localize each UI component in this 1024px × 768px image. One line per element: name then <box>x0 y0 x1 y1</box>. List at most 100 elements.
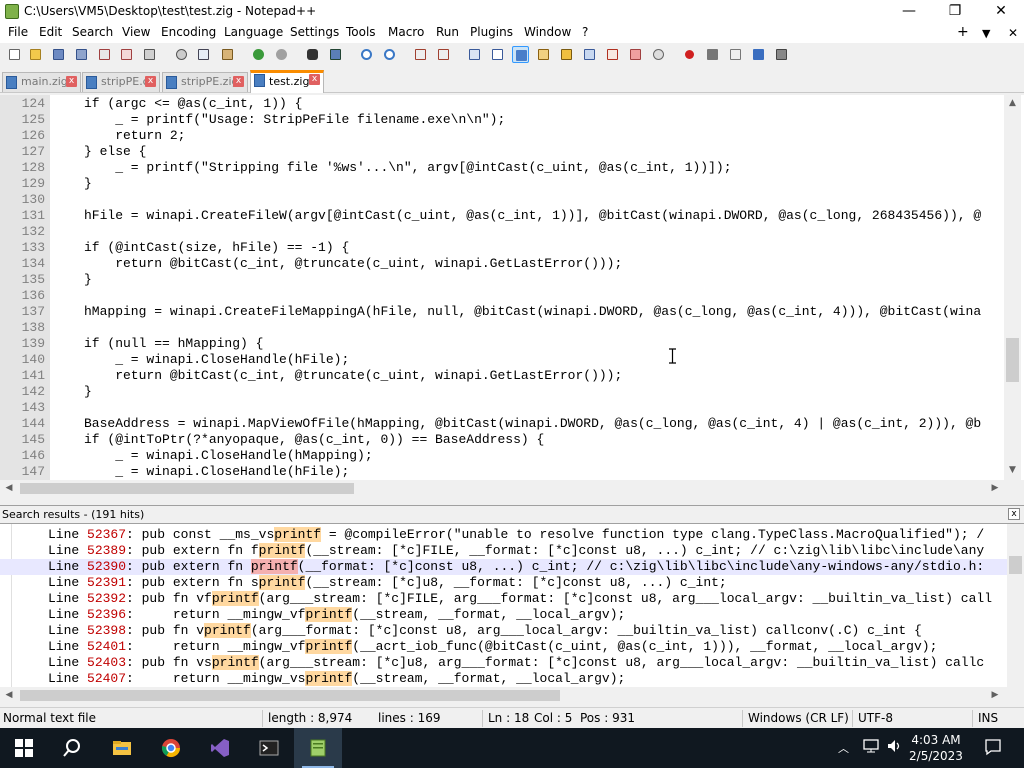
visual-studio-icon[interactable] <box>196 728 244 768</box>
code-text[interactable]: _ = printf("Stripping file '%ws'...\n", … <box>84 160 731 176</box>
code-line[interactable]: 146 _ = winapi.CloseHandle(hMapping); <box>0 448 1004 464</box>
code-text[interactable]: if (@intCast(size, hFile) == -1) { <box>84 240 349 256</box>
code-text[interactable]: _ = printf("Usage: StripPeFile filename.… <box>84 112 505 128</box>
volume-icon[interactable] <box>886 738 904 758</box>
scroll-up-icon[interactable]: ▲ <box>1004 98 1021 108</box>
playback-macro-icon[interactable] <box>727 46 744 63</box>
menu-search[interactable]: Search <box>72 25 113 39</box>
scroll-right-icon[interactable]: ▶ <box>990 483 1000 493</box>
user-defined-language-icon[interactable] <box>535 46 552 63</box>
maximize-button[interactable]: ❐ <box>932 0 978 23</box>
open-file-icon[interactable] <box>27 46 44 63</box>
code-line[interactable]: 145 if (@intToPtr(?*anyopaque, @as(c_int,… <box>0 432 1004 448</box>
code-line[interactable]: 133 if (@intCast(size, hFile) == -1) { <box>0 240 1004 256</box>
close-document-button[interactable]: ✕ <box>1008 26 1018 40</box>
code-line[interactable]: 136 <box>0 288 1004 304</box>
code-line[interactable]: 142} <box>0 384 1004 400</box>
code-text[interactable]: hFile = winapi.CreateFileW(argv[@intCast… <box>84 208 981 224</box>
code-line[interactable]: 140 _ = winapi.CloseHandle(hFile); <box>0 352 1004 368</box>
menu-file[interactable]: File <box>8 25 28 39</box>
chrome-icon[interactable] <box>147 728 195 768</box>
code-text[interactable]: } <box>84 384 92 400</box>
file-explorer-icon[interactable] <box>98 728 146 768</box>
search-results-panel[interactable]: Line 52367: pub const __ms_vsprintf = @c… <box>0 523 1024 703</box>
results-horizontal-scrollbar[interactable]: ◀ ▶ <box>0 687 1024 703</box>
search-icon[interactable] <box>48 728 96 768</box>
function-list-icon[interactable] <box>604 46 621 63</box>
notepadpp-icon[interactable] <box>294 728 342 768</box>
network-icon[interactable] <box>862 738 880 758</box>
code-text[interactable]: if (null == hMapping) { <box>84 336 263 352</box>
search-result-row[interactable]: Line 52396: return __mingw_vfprintf(__st… <box>0 607 1008 623</box>
new-tab-plus-button[interactable]: + <box>957 24 969 40</box>
code-line[interactable]: 129} <box>0 176 1004 192</box>
search-result-row[interactable]: Line 52389: pub extern fn fprintf(__stre… <box>0 543 1008 559</box>
code-line[interactable]: 135} <box>0 272 1004 288</box>
menu-window[interactable]: Window <box>524 25 571 39</box>
code-text[interactable]: _ = winapi.CloseHandle(hMapping); <box>84 448 372 464</box>
menu-encoding[interactable]: Encoding <box>161 25 216 39</box>
code-text[interactable]: hMapping = winapi.CreateFileMappingA(hFi… <box>84 304 981 320</box>
scroll-left-icon[interactable]: ◀ <box>4 483 14 493</box>
menu-help[interactable]: ? <box>582 25 588 39</box>
indent-guide-icon[interactable] <box>512 46 529 63</box>
document-list-icon[interactable] <box>581 46 598 63</box>
editor-vertical-scrollbar[interactable]: ▲ ▼ <box>1004 95 1021 480</box>
run-macro-multiple-icon[interactable] <box>750 46 767 63</box>
tab-close-icon[interactable]: x <box>309 74 320 85</box>
folder-as-workspace-icon[interactable] <box>627 46 644 63</box>
code-text[interactable]: if (argc <= @as(c_int, 1)) { <box>84 96 302 112</box>
code-line[interactable]: 144 BaseAddress = winapi.MapViewOfFile(hM… <box>0 416 1004 432</box>
document-map-icon[interactable] <box>558 46 575 63</box>
menu-tools[interactable]: Tools <box>346 25 376 39</box>
code-line[interactable]: 139 if (null == hMapping) { <box>0 336 1004 352</box>
code-line[interactable]: 134 return @bitCast(c_int, @truncate(c_u… <box>0 256 1004 272</box>
tab-close-icon[interactable]: x <box>145 76 156 87</box>
search-result-row[interactable]: Line 52390: pub extern fn printf(__forma… <box>0 559 1008 575</box>
search-result-row[interactable]: Line 52403: pub fn vsprintf(arg___stream… <box>0 655 1008 671</box>
zoom-in-icon[interactable] <box>358 46 375 63</box>
close-file-icon[interactable] <box>96 46 113 63</box>
show-all-characters-icon[interactable] <box>489 46 506 63</box>
scroll-left-icon[interactable]: ◀ <box>4 690 14 700</box>
scroll-right-icon[interactable]: ▶ <box>990 690 1000 700</box>
scrollbar-thumb[interactable] <box>1006 338 1019 382</box>
search-result-row[interactable]: Line 52407: return __mingw_vsprintf(__st… <box>0 671 1008 687</box>
search-result-row[interactable]: Line 52398: pub fn vprintf(arg___format:… <box>0 623 1008 639</box>
code-text[interactable]: BaseAddress = winapi.MapViewOfFile(hMapp… <box>84 416 981 432</box>
search-result-row[interactable]: Line 52367: pub const __ms_vsprintf = @c… <box>0 527 1008 543</box>
menu-settings[interactable]: Settings <box>290 25 339 39</box>
close-all-icon[interactable] <box>118 46 135 63</box>
find-icon[interactable] <box>304 46 321 63</box>
code-text[interactable]: } <box>84 272 92 288</box>
notifications-icon[interactable] <box>984 738 1002 760</box>
paste-icon[interactable] <box>219 46 236 63</box>
tab-close-icon[interactable]: x <box>233 76 244 87</box>
code-line[interactable]: 127} else { <box>0 144 1004 160</box>
code-text[interactable]: return 2; <box>84 128 185 144</box>
tab-strippe-c[interactable]: stripPE.c x <box>82 72 160 92</box>
redo-icon[interactable] <box>273 46 290 63</box>
status-insert-mode[interactable]: INS <box>978 711 998 725</box>
menu-language[interactable]: Language <box>224 25 283 39</box>
show-hidden-icons-icon[interactable]: ︿ <box>838 740 849 756</box>
undo-icon[interactable] <box>250 46 267 63</box>
tab-list-dropdown-button[interactable]: ▼ <box>982 27 990 40</box>
code-text[interactable]: } <box>84 176 92 192</box>
menu-edit[interactable]: Edit <box>39 25 62 39</box>
menu-view[interactable]: View <box>122 25 150 39</box>
code-text[interactable]: if (@intToPtr(?*anyopaque, @as(c_int, 0)… <box>84 432 544 448</box>
word-wrap-icon[interactable] <box>466 46 483 63</box>
scroll-down-icon[interactable]: ▼ <box>1004 465 1021 475</box>
sync-vertical-scroll-icon[interactable] <box>412 46 429 63</box>
code-line[interactable]: 141 return @bitCast(c_int, @truncate(c_u… <box>0 368 1004 384</box>
sync-horizontal-scroll-icon[interactable] <box>435 46 452 63</box>
replace-icon[interactable] <box>327 46 344 63</box>
code-line[interactable]: 147 _ = winapi.CloseHandle(hFile); <box>0 464 1004 480</box>
tab-close-icon[interactable]: x <box>66 76 77 87</box>
code-line[interactable]: 130 <box>0 192 1004 208</box>
code-line[interactable]: 131 hFile = winapi.CreateFileW(argv[@intC… <box>0 208 1004 224</box>
code-line[interactable]: 138 <box>0 320 1004 336</box>
close-window-button[interactable]: ✕ <box>978 0 1024 23</box>
scrollbar-thumb[interactable] <box>1009 556 1022 574</box>
